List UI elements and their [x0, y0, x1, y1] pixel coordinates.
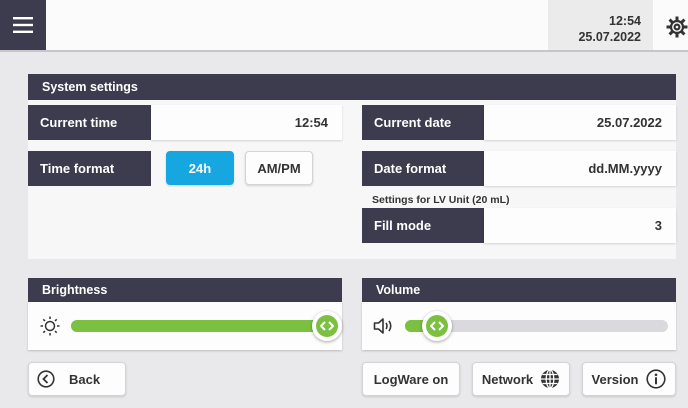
brightness-slider-track[interactable] [71, 320, 327, 332]
settings-button[interactable] [658, 0, 688, 50]
hamburger-icon [13, 17, 33, 33]
sun-icon [40, 316, 60, 336]
system-settings-header: System settings [28, 74, 676, 100]
version-button[interactable]: Version [582, 362, 676, 396]
back-button[interactable]: Back [28, 362, 126, 396]
brightness-card [28, 302, 342, 350]
clock-date: 25.07.2022 [578, 30, 641, 44]
current-date-field[interactable]: 25.07.2022 [484, 105, 676, 140]
current-time-label: Current time [28, 105, 151, 140]
gear-icon [666, 16, 688, 38]
brightness-slider-fill [71, 320, 327, 332]
time-format-ampm-button[interactable]: AM/PM [245, 151, 313, 185]
fill-mode-field[interactable]: 3 [484, 208, 676, 243]
chevron-left-circle-icon [37, 370, 55, 388]
volume-card [362, 302, 676, 350]
version-label: Version [591, 371, 639, 387]
current-time-field[interactable]: 12:54 [151, 105, 342, 140]
globe-icon [541, 369, 560, 389]
chevrons-icon [429, 321, 444, 331]
clock-time: 12:54 [609, 14, 641, 28]
current-date-label: Current date [362, 105, 484, 140]
brightness-slider-thumb[interactable] [312, 311, 342, 341]
info-icon [646, 369, 667, 389]
top-bar: 12:54 25.07.2022 [0, 0, 688, 52]
date-format-label: Date format [362, 151, 484, 186]
date-format-field[interactable]: dd.MM.yyyy [484, 151, 676, 186]
network-button[interactable]: Network [472, 362, 570, 396]
chevrons-icon [320, 321, 334, 331]
volume-header: Volume [362, 278, 676, 302]
network-label: Network [481, 371, 534, 387]
logware-label: LogWare on [373, 371, 449, 387]
menu-button[interactable] [0, 0, 46, 50]
lv-unit-note: Settings for LV Unit (20 mL) [372, 194, 510, 206]
time-format-label: Time format [28, 151, 151, 186]
speaker-icon [373, 317, 395, 335]
fill-mode-label: Fill mode [362, 208, 484, 243]
clock-display: 12:54 25.07.2022 [548, 0, 653, 50]
logware-button[interactable]: LogWare on [362, 362, 460, 396]
volume-slider-thumb[interactable] [421, 311, 452, 341]
brightness-header: Brightness [28, 278, 342, 302]
back-label: Back [69, 371, 101, 387]
time-format-24h-button[interactable]: 24h [166, 151, 234, 185]
